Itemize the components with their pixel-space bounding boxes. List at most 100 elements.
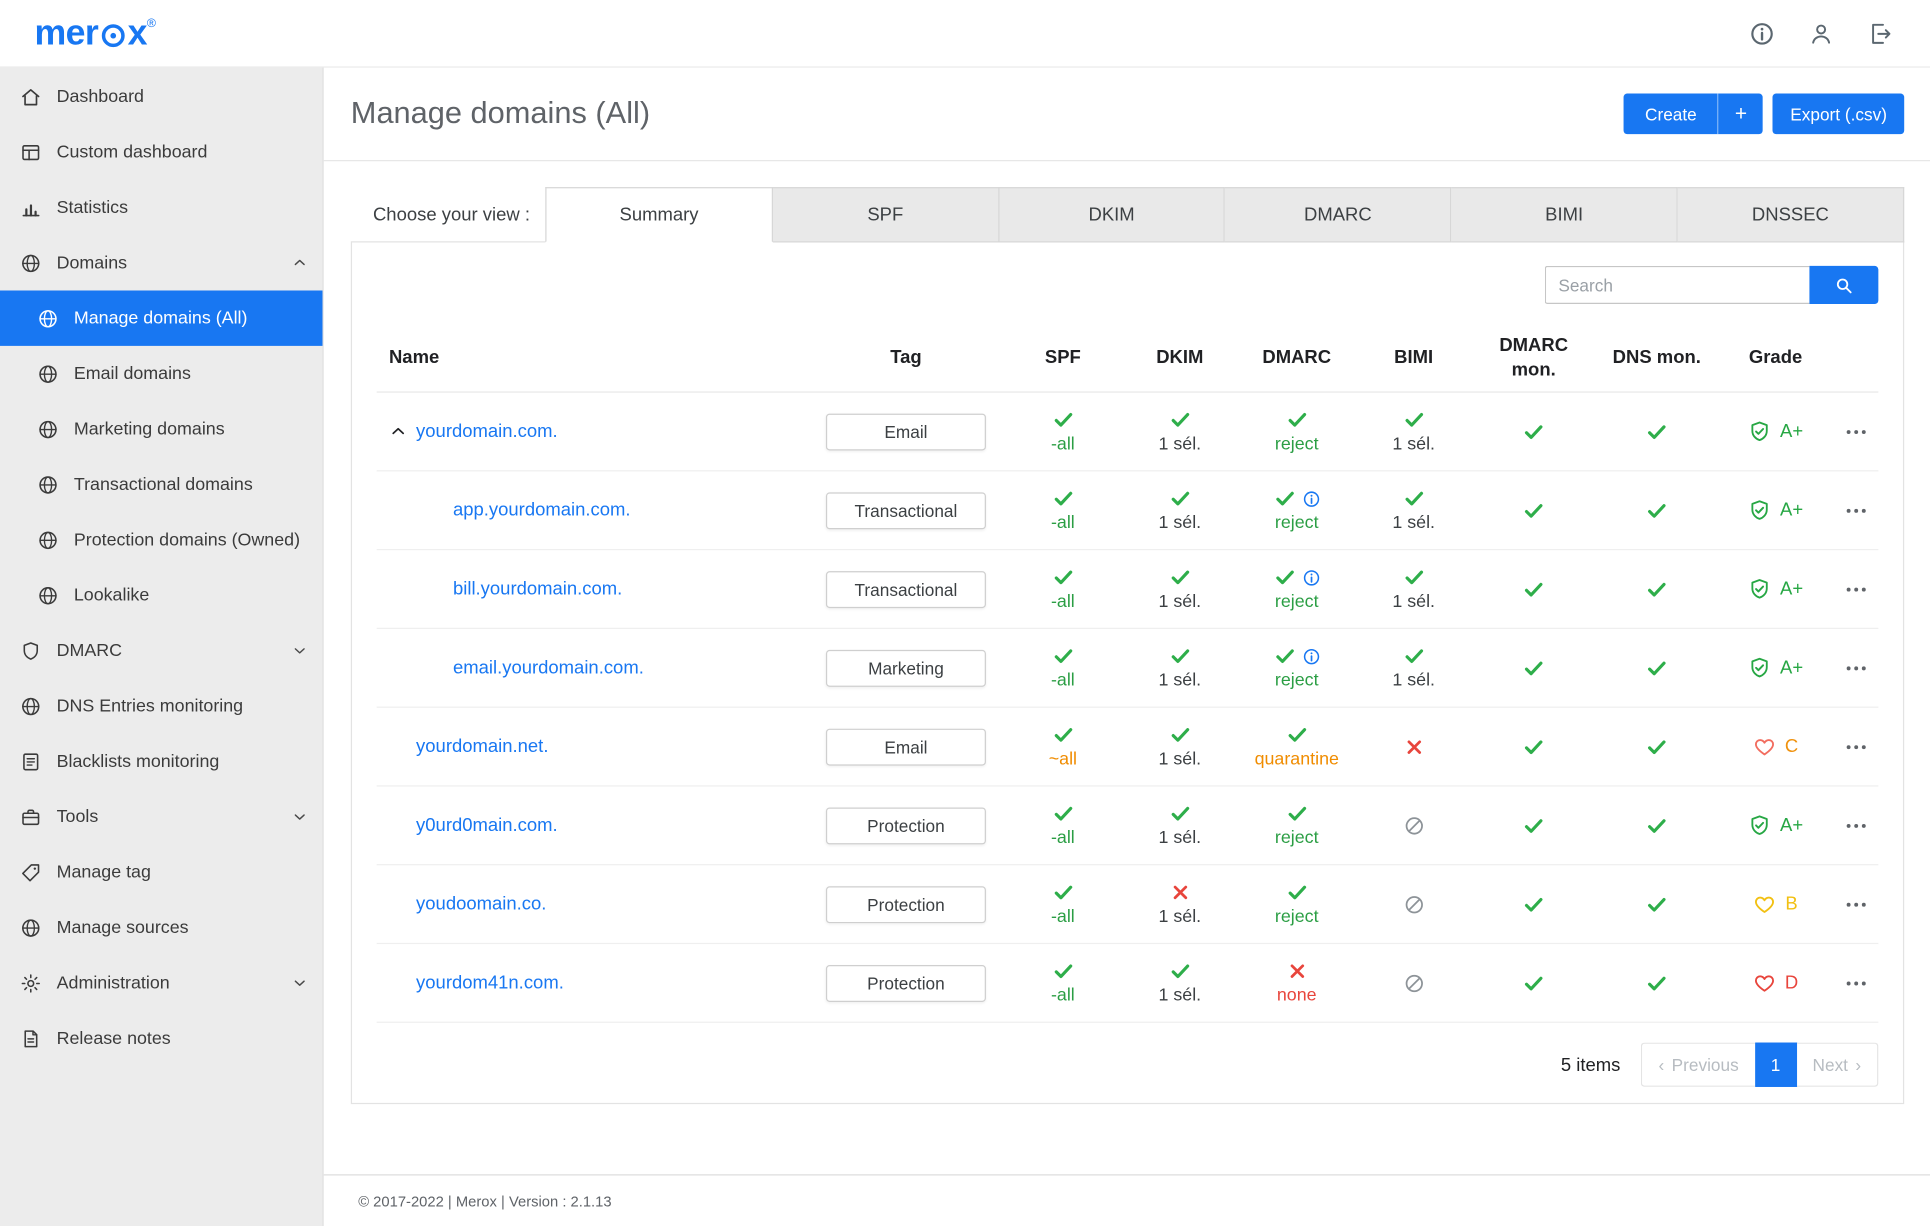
sidebar-item-administration[interactable]: Administration [0, 955, 322, 1010]
row-actions-button[interactable] [1843, 734, 1868, 759]
check-icon [1646, 972, 1668, 994]
dkim-cell: 1 sél. [1121, 803, 1238, 848]
user-icon[interactable] [1808, 20, 1834, 46]
dns-mon-cell [1595, 578, 1718, 600]
domain-link[interactable]: yourdomain.net. [416, 736, 548, 757]
collapse-chevron-icon[interactable] [389, 422, 407, 440]
title-bar: Manage domains (All) Create + Export (.c… [323, 68, 1930, 162]
footer: © 2017-2022 | Merox | Version : 2.1.13 [323, 1174, 1930, 1210]
next-page-button[interactable]: Next › [1796, 1042, 1879, 1087]
grade-cell: A+ [1718, 420, 1832, 443]
tab-dkim[interactable]: DKIM [999, 187, 1226, 243]
sidebar-item-marketing-domains[interactable]: Marketing domains [0, 401, 322, 456]
check-icon [1273, 487, 1295, 509]
dmarc-cell: reject [1238, 645, 1355, 691]
check-icon [1286, 881, 1308, 903]
tag-badge: Protection [825, 964, 986, 1002]
dmarc-mon-cell [1472, 972, 1595, 994]
spf-cell: -all [1004, 566, 1121, 612]
logo-text-suffix: x [127, 12, 148, 53]
check-icon [1403, 409, 1425, 431]
list-icon [20, 750, 42, 772]
domain-link[interactable]: bill.yourdomain.com. [453, 579, 622, 600]
tab-spf[interactable]: SPF [772, 187, 1000, 243]
search-input[interactable] [1544, 265, 1810, 305]
check-icon [1169, 487, 1191, 509]
tab-dnssec[interactable]: DNSSEC [1677, 187, 1905, 243]
shield-check-icon [1748, 420, 1771, 443]
sidebar-item-label: Domains [56, 252, 128, 273]
grade-cell: B [1718, 892, 1832, 915]
row-actions-button[interactable] [1843, 892, 1868, 917]
globe-icon [37, 418, 59, 440]
check-icon [1169, 724, 1191, 746]
name-cell: y0urd0main.com. [377, 815, 808, 836]
tag-cell: Transactional [807, 491, 1004, 529]
sidebar-item-statistics[interactable]: Statistics [0, 180, 322, 235]
row-actions-button[interactable] [1843, 813, 1868, 838]
sidebar-item-manage-tag[interactable]: Manage tag [0, 844, 322, 899]
domain-link[interactable]: y0urd0main.com. [416, 815, 558, 836]
app-root: mer x ® Dashboard Custom dashboard Statisti… [0, 0, 1930, 1226]
dns-mon-cell [1595, 972, 1718, 994]
sidebar-item-dns-entries-monitoring[interactable]: DNS Entries monitoring [0, 678, 322, 733]
domain-link[interactable]: yourdom41n.com. [416, 972, 564, 993]
sidebar-item-manage-domains-all[interactable]: Manage domains (All) [0, 290, 323, 346]
sidebar-item-manage-sources[interactable]: Manage sources [0, 900, 322, 955]
domain-link[interactable]: yourdomain.com. [416, 421, 558, 442]
row-actions-button[interactable] [1843, 655, 1868, 680]
actions-cell [1833, 419, 1879, 444]
page-1-button[interactable]: 1 [1754, 1042, 1797, 1087]
sidebar-item-email-domains[interactable]: Email domains [0, 346, 322, 401]
sidebar-item-lookalike[interactable]: Lookalike [0, 567, 322, 622]
tab-dmarc[interactable]: DMARC [1225, 187, 1452, 243]
sidebar-item-label: Tools [56, 806, 99, 827]
check-icon [1523, 578, 1545, 600]
check-icon [1169, 409, 1191, 431]
check-icon [1286, 803, 1308, 825]
domain-link[interactable]: youdoomain.co. [416, 894, 546, 915]
sidebar-item-dashboard[interactable]: Dashboard [0, 69, 322, 124]
dmarc-cell: reject [1238, 803, 1355, 848]
tab-summary[interactable]: Summary [545, 187, 773, 243]
info-icon[interactable] [1302, 568, 1320, 586]
check-icon [1523, 420, 1545, 442]
not-applicable-icon [1403, 972, 1425, 994]
domain-link[interactable]: app.yourdomain.com. [453, 500, 631, 521]
tag-cell: Protection [807, 806, 1004, 844]
row-actions-button[interactable] [1843, 498, 1868, 523]
tab-bimi[interactable]: BIMI [1451, 187, 1678, 243]
create-button[interactable]: Create + [1624, 93, 1764, 135]
view-tabs: Summary SPF DKIM DMARC BIMI DNSSEC [545, 187, 1905, 243]
dns-mon-cell [1595, 657, 1718, 679]
spf-cell: -all [1004, 409, 1121, 454]
merox-logo[interactable]: mer x ® [34, 12, 156, 53]
export-csv-button[interactable]: Export (.csv) [1773, 93, 1905, 135]
row-actions-button[interactable] [1843, 577, 1868, 602]
sidebar-item-dmarc[interactable]: DMARC [0, 623, 322, 678]
check-icon [1052, 881, 1074, 903]
domain-link[interactable]: email.yourdomain.com. [453, 657, 644, 678]
previous-page-button[interactable]: ‹ Previous [1641, 1042, 1755, 1087]
row-actions-button[interactable] [1843, 419, 1868, 444]
row-actions-button[interactable] [1843, 971, 1868, 996]
check-icon [1646, 578, 1668, 600]
sidebar-item-protection-domains-owned[interactable]: Protection domains (Owned) [0, 512, 322, 567]
info-icon[interactable] [1302, 647, 1320, 665]
sidebar-item-domains[interactable]: Domains [0, 235, 322, 290]
shield-check-icon [1748, 814, 1771, 837]
not-applicable-icon [1403, 893, 1425, 915]
sidebar-item-tools[interactable]: Tools [0, 789, 322, 844]
search-button[interactable] [1809, 265, 1879, 305]
table-row: y0urd0main.com. Protection -all 1 sél. rejec… [376, 787, 1879, 866]
sidebar-item-transactional-domains[interactable]: Transactional domains [0, 457, 322, 512]
info-icon[interactable] [1749, 20, 1775, 46]
sidebar-item-custom-dashboard[interactable]: Custom dashboard [0, 124, 322, 179]
sidebar-item-release-notes[interactable]: Release notes [0, 1011, 322, 1066]
sidebar-item-label: Manage tag [56, 862, 151, 882]
sidebar-item-blacklists-monitoring[interactable]: Blacklists monitoring [0, 734, 322, 789]
logout-icon[interactable] [1867, 20, 1893, 46]
tag-badge: Marketing [825, 649, 986, 687]
heart-icon [1753, 971, 1776, 994]
info-icon[interactable] [1302, 489, 1320, 507]
